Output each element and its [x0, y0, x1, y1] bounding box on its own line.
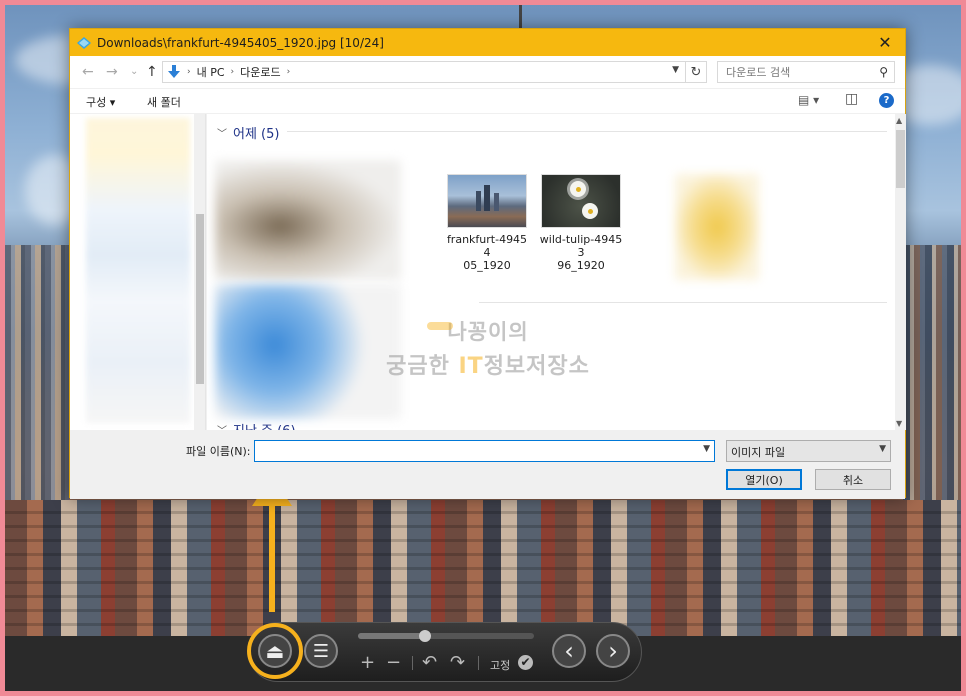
- file-name-line: 05_1920: [463, 259, 511, 272]
- address-bar[interactable]: › 내 PC › 다운로드 › ▼: [162, 61, 686, 83]
- pin-check-icon[interactable]: ✔: [518, 655, 533, 670]
- menu-button[interactable]: ☰: [304, 634, 338, 668]
- file-name: frankfurt-49454 05_1920: [444, 233, 530, 272]
- blurred-thumbnail[interactable]: [215, 160, 401, 280]
- eject-highlight: [247, 623, 303, 679]
- progress-slider[interactable]: [358, 633, 534, 639]
- prev-button[interactable]: ‹: [552, 634, 586, 668]
- open-button[interactable]: 열기(O): [726, 469, 802, 490]
- chevron-left-icon: ‹: [564, 637, 574, 665]
- wild-tulip-thumbnail: [541, 174, 621, 228]
- chevron-down-icon[interactable]: ﹀: [217, 422, 227, 430]
- preview-pane-icon[interactable]: ◫: [845, 91, 858, 107]
- rotate-right-icon[interactable]: ↷: [450, 654, 465, 672]
- search-input[interactable]: 다운로드 검색 ⚲: [717, 61, 895, 83]
- group-divider: [479, 302, 887, 303]
- address-dropdown-icon[interactable]: ▼: [672, 65, 679, 75]
- group-label: 어제 (5): [233, 127, 280, 142]
- address-segment-pc[interactable]: 내 PC: [197, 64, 225, 80]
- recent-locations-icon[interactable]: ⌄: [130, 66, 138, 77]
- menu-icon: ☰: [312, 640, 330, 662]
- search-icon[interactable]: ⚲: [879, 65, 888, 79]
- zoom-out-icon[interactable]: −: [386, 654, 401, 672]
- close-icon[interactable]: ✕: [865, 29, 905, 56]
- filename-label: 파일 이름(N):: [186, 445, 251, 458]
- dialog-title: Downloads\frankfurt-4945405_1920.jpg [10…: [97, 35, 384, 50]
- arrow-annotation-shaft: [269, 500, 275, 612]
- group-label: 지난 주 (6): [233, 420, 296, 430]
- image-app-icon: [77, 36, 91, 49]
- organize-button[interactable]: 구성 ▾: [86, 94, 115, 110]
- filetype-value: 이미지 파일: [731, 446, 786, 459]
- address-chevron[interactable]: ›: [231, 67, 235, 77]
- chevron-right-icon: ›: [608, 637, 618, 665]
- navigation-scrollbar[interactable]: [194, 114, 205, 430]
- file-item-wild-tulip[interactable]: wild-tulip-49453 96_1920: [538, 174, 624, 272]
- chevron-down-icon[interactable]: ﹀: [217, 125, 227, 140]
- scroll-down-icon[interactable]: ▼: [896, 419, 902, 428]
- address-row: ← → ⌄ ↑ › 내 PC › 다운로드 › ▼ ↻ 다운로드 검색 ⚲: [70, 56, 905, 88]
- toolbar-divider: [412, 656, 413, 670]
- open-button-label: 열기(O): [745, 473, 783, 487]
- toolbar-divider: [478, 656, 479, 670]
- file-name-line: 96_1920: [557, 259, 605, 272]
- navigation-pane-blurred: [86, 118, 190, 423]
- pin-label[interactable]: 고정: [490, 657, 510, 673]
- command-bar: 구성 ▾ 새 폴더 ▤ ▾ ◫ ?: [70, 88, 905, 113]
- next-button[interactable]: ›: [596, 634, 630, 668]
- cancel-button-label: 취소: [842, 473, 864, 487]
- city-rooftops: [5, 500, 961, 640]
- frankfurt-thumbnail: [447, 174, 527, 228]
- chevron-down-icon[interactable]: ▼: [879, 444, 886, 454]
- progress-fill: [358, 633, 425, 639]
- file-item-frankfurt[interactable]: frankfurt-49454 05_1920: [444, 174, 530, 272]
- address-segment-downloads[interactable]: 다운로드: [240, 64, 280, 80]
- search-placeholder: 다운로드 검색: [726, 66, 791, 79]
- file-name-line: frankfurt-49454: [446, 233, 528, 259]
- back-icon[interactable]: ←: [82, 64, 94, 80]
- download-folder-icon: [168, 65, 180, 78]
- blurred-thumbnail[interactable]: [215, 284, 401, 419]
- up-icon[interactable]: ↑: [146, 64, 158, 80]
- group-header-yesterday[interactable]: ﹀ 어제 (5): [217, 123, 279, 142]
- refresh-icon: ↻: [690, 64, 702, 80]
- group-divider: [287, 131, 887, 132]
- address-chevron[interactable]: ›: [187, 67, 191, 77]
- file-list-scrollbar[interactable]: ▲ ▼: [895, 114, 906, 430]
- scrollbar-thumb[interactable]: [896, 130, 905, 188]
- help-icon[interactable]: ?: [879, 93, 894, 108]
- navigation-pane[interactable]: [70, 114, 206, 430]
- scroll-up-icon[interactable]: ▲: [896, 116, 902, 125]
- scrollbar-thumb[interactable]: [196, 214, 204, 384]
- file-list[interactable]: ﹀ 어제 (5) frankfurt-49454 05_1920 wild-tu…: [207, 114, 895, 430]
- rotate-left-icon[interactable]: ↶: [422, 654, 437, 672]
- zoom-in-icon[interactable]: +: [360, 654, 375, 672]
- filename-input[interactable]: ▼: [254, 440, 715, 462]
- blurred-thumbnail[interactable]: [675, 174, 759, 280]
- group-header-last-week[interactable]: ﹀ 지난 주 (6): [217, 420, 296, 430]
- cancel-button[interactable]: 취소: [815, 469, 891, 490]
- view-options-icon[interactable]: ▤ ▾: [798, 93, 819, 107]
- file-name: wild-tulip-49453 96_1920: [538, 233, 624, 272]
- file-name-line: wild-tulip-49453: [539, 233, 623, 259]
- dialog-bottom-pane: 파일 이름(N): ▼ 이미지 파일 ▼ 열기(O) 취소: [70, 430, 905, 499]
- open-file-dialog: Downloads\frankfurt-4945405_1920.jpg [10…: [69, 28, 906, 499]
- refresh-button[interactable]: ↻: [686, 61, 707, 83]
- forward-icon[interactable]: →: [106, 64, 118, 80]
- new-folder-button[interactable]: 새 폴더: [147, 94, 181, 110]
- slider-knob[interactable]: [418, 630, 431, 642]
- dialog-titlebar: Downloads\frankfurt-4945405_1920.jpg [10…: [70, 29, 905, 56]
- filetype-select[interactable]: 이미지 파일 ▼: [726, 440, 891, 462]
- chevron-down-icon[interactable]: ▼: [703, 444, 710, 454]
- address-chevron[interactable]: ›: [287, 67, 291, 77]
